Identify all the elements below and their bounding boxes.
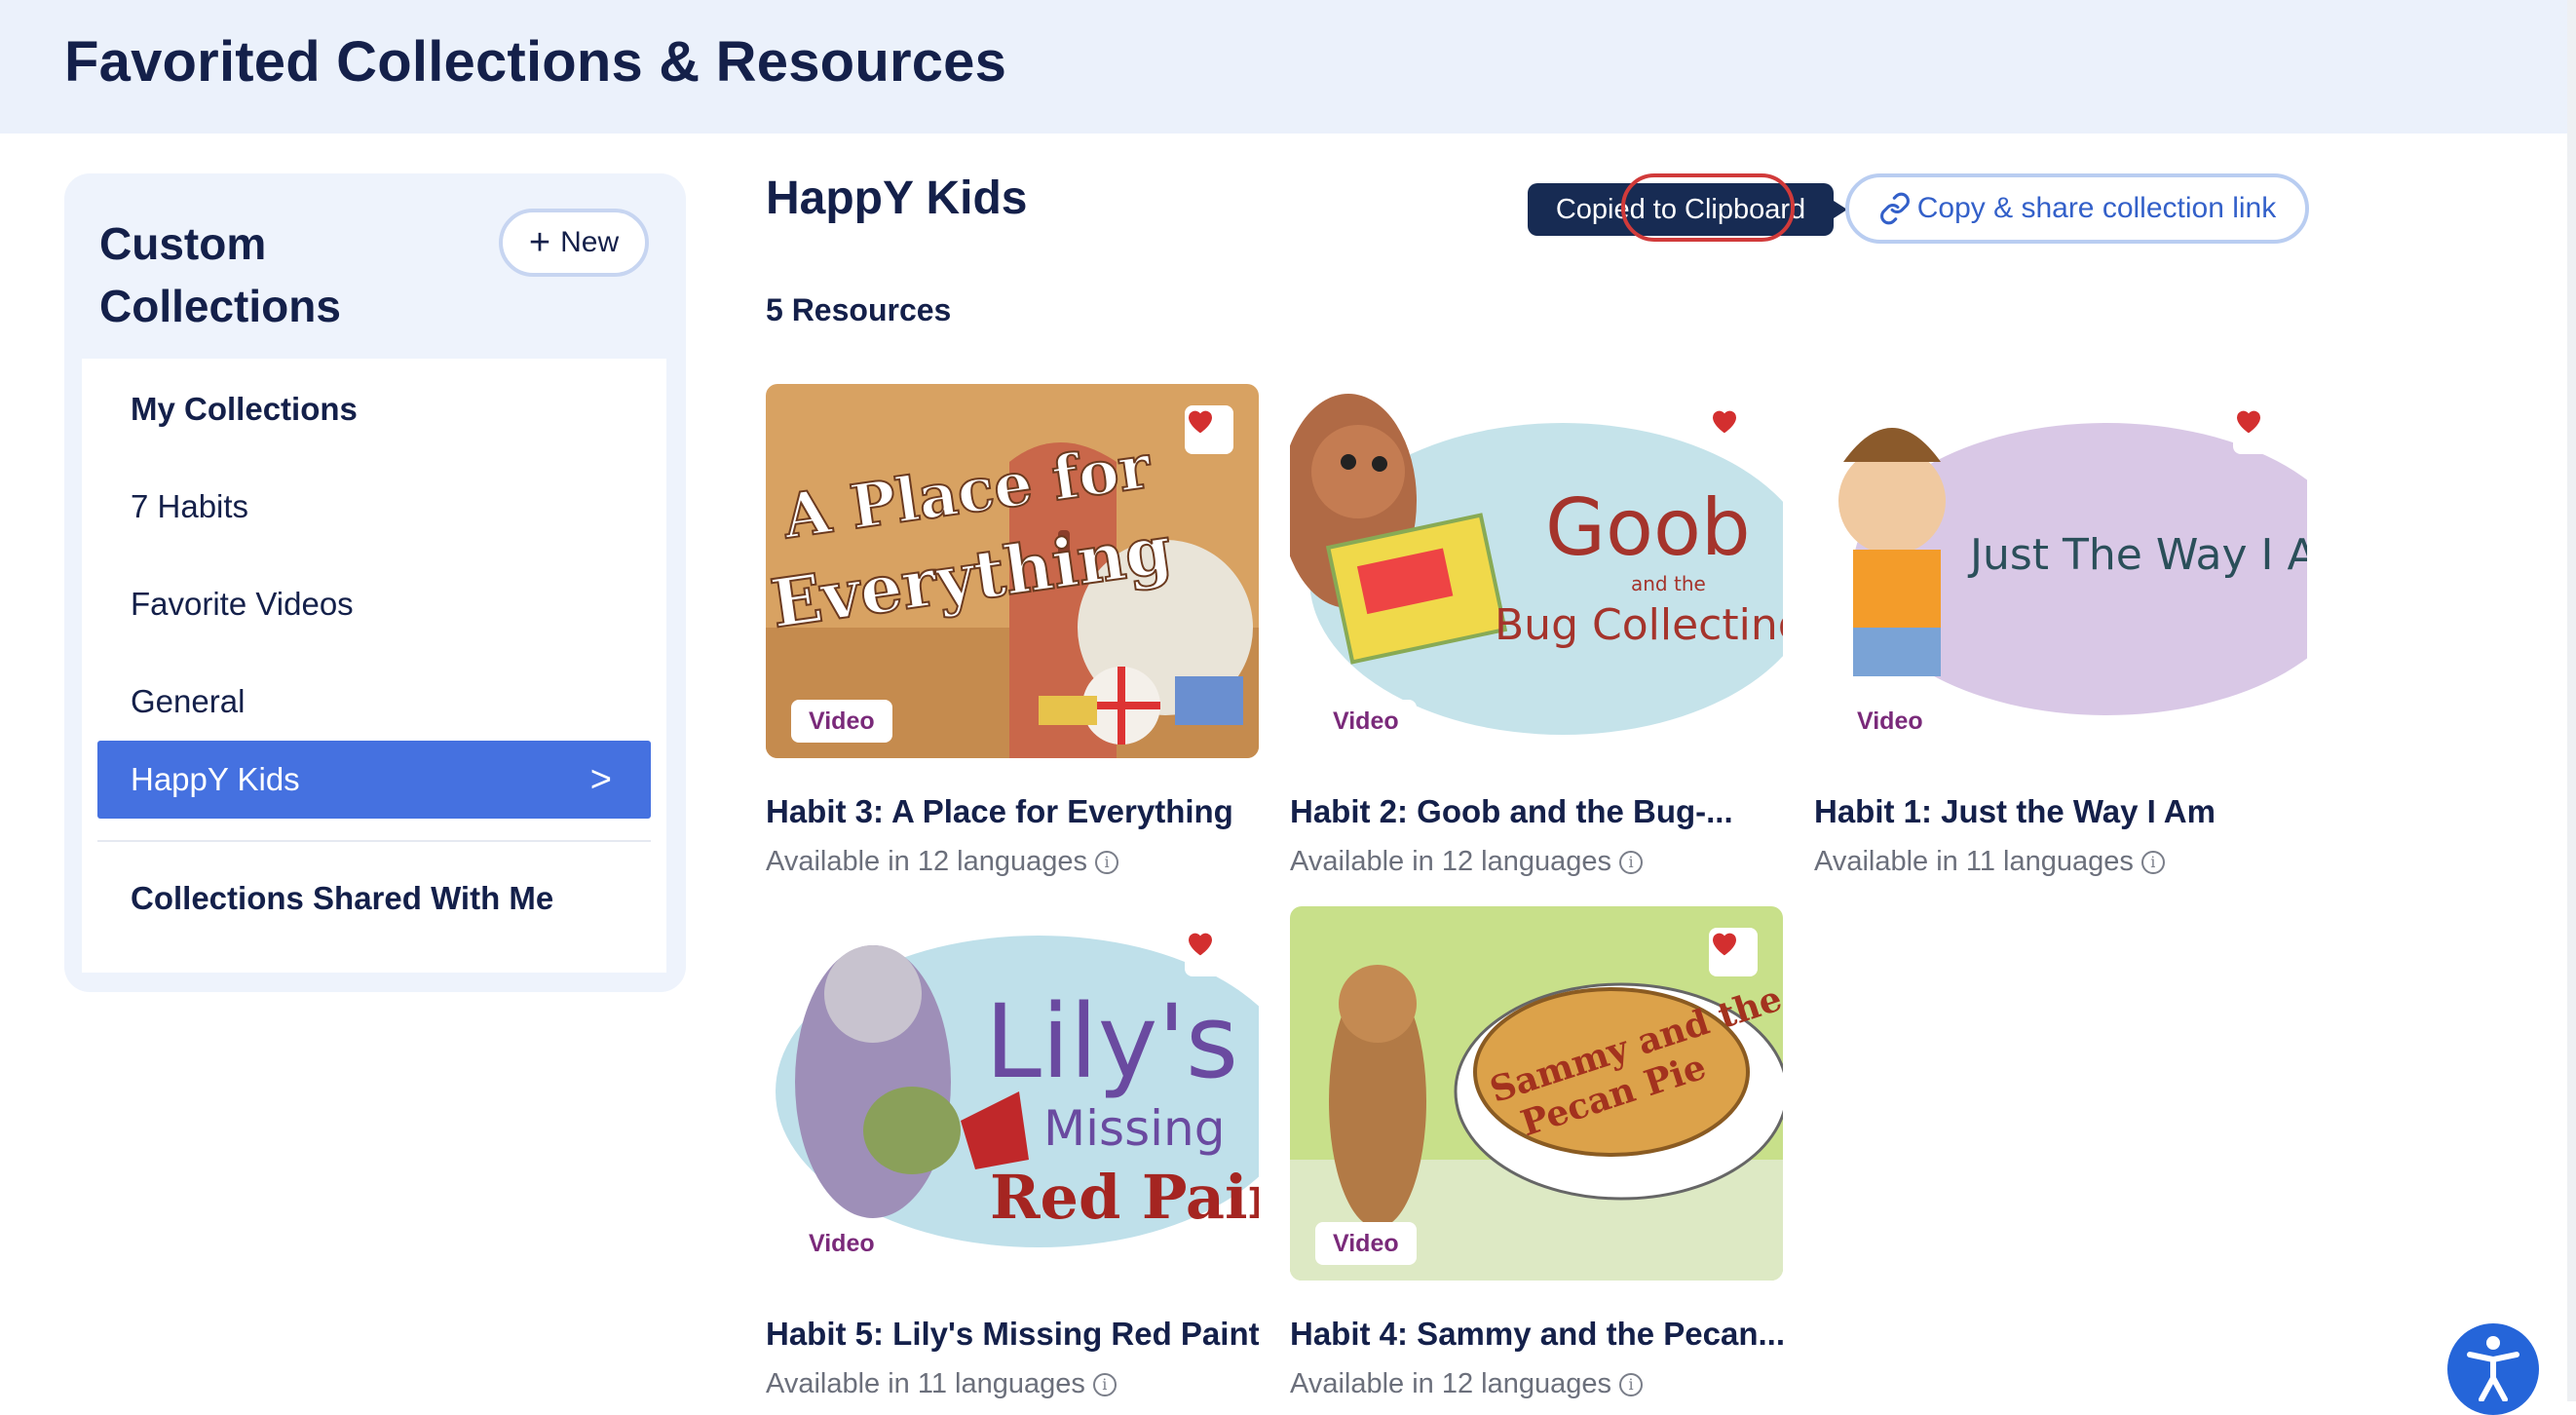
languages-text: Available in 11 languages	[766, 1368, 1085, 1399]
sidebar-item-label: Favorite Videos	[131, 586, 354, 622]
languages-text: Available in 12 languages	[1290, 846, 1612, 877]
page-title: Favorited Collections & Resources	[64, 30, 1007, 94]
sidebar-item-label: 7 Habits	[131, 488, 249, 524]
collection-title: HappY Kids	[766, 172, 1028, 224]
chevron-right-icon: >	[589, 758, 612, 800]
accessibility-person-icon	[2467, 1336, 2519, 1401]
page-header: Favorited Collections & Resources	[0, 0, 2576, 134]
heart-icon	[1713, 933, 1736, 956]
sidebar-item-label: Collections Shared With Me	[131, 880, 554, 916]
heart-icon	[2237, 410, 2260, 434]
thumbnail-title-text: Missing	[1043, 1100, 1225, 1157]
card-languages: Available in 12 languages i	[1290, 1368, 1644, 1400]
info-icon[interactable]: i	[2140, 850, 2165, 874]
sidebar-title: Custom Collections	[99, 218, 341, 331]
list-divider	[97, 840, 651, 842]
video-thumbnail[interactable]: Goob and the Bug Collecting Video	[1290, 384, 1783, 758]
sidebar-item-my-collections[interactable]: My Collections	[97, 370, 651, 448]
resource-card[interactable]: Just The Way I A Video Habit 1: Just the…	[1814, 384, 2307, 877]
video-thumbnail[interactable]: Just The Way I A Video	[1814, 384, 2307, 758]
plus-icon: +	[528, 222, 551, 263]
custom-collections-sidebar: Custom Collections + New My Collections …	[64, 173, 686, 992]
heart-icon	[1189, 933, 1212, 956]
heart-icon	[1713, 410, 1736, 434]
resources-count: 5 Resources	[766, 292, 952, 327]
resource-card[interactable]: A Place for Everything Video Habit 3: A …	[766, 384, 1259, 877]
video-thumbnail[interactable]: A Place for Everything Video	[766, 384, 1259, 758]
info-icon[interactable]: i	[1095, 850, 1119, 874]
heart-icon	[1189, 410, 1212, 434]
video-badge: Video	[1315, 1222, 1417, 1265]
sidebar-item-favorite-videos[interactable]: Favorite Videos	[97, 565, 651, 643]
card-title[interactable]: Habit 2: Goob and the Bug-...	[1290, 793, 1783, 830]
video-badge: Video	[1839, 700, 1941, 743]
new-collection-button[interactable]: + New	[499, 209, 649, 277]
card-languages: Available in 12 languages i	[766, 846, 1119, 878]
page-scrollbar[interactable]	[2567, 0, 2576, 1401]
video-thumbnail[interactable]: Sammy and the Pecan Pie Video	[1290, 906, 1783, 1281]
info-icon[interactable]: i	[1619, 1372, 1644, 1396]
thumbnail-title-text: Bug Collecting	[1495, 600, 1783, 650]
sidebar-item-label: My Collections	[131, 391, 358, 427]
link-icon	[1879, 192, 1910, 225]
sidebar-item-general[interactable]: General	[97, 663, 651, 741]
card-languages: Available in 12 languages i	[1290, 846, 1644, 878]
focus-ring	[1621, 173, 1795, 242]
resource-card[interactable]: Lily's Missing Red Pain Video Habit 5: L…	[766, 906, 1259, 1399]
card-title[interactable]: Habit 5: Lily's Missing Red Paint	[766, 1316, 1259, 1353]
card-title[interactable]: Habit 3: A Place for Everything	[766, 793, 1259, 830]
card-languages: Available in 11 languages i	[766, 1368, 1117, 1400]
resource-card[interactable]: Goob and the Bug Collecting Video Habit …	[1290, 384, 1783, 877]
favorite-heart-button[interactable]	[2233, 405, 2282, 454]
thumbnail-title-text: Goob	[1545, 482, 1751, 573]
languages-text: Available in 11 languages	[1814, 846, 2134, 877]
languages-text: Available in 12 languages	[766, 846, 1088, 877]
sidebar-item-happy-kids[interactable]: HappY Kids >	[97, 741, 651, 819]
sidebar-item-7-habits[interactable]: 7 Habits	[97, 468, 651, 546]
new-button-label: New	[560, 226, 620, 258]
favorite-heart-button[interactable]	[1185, 405, 1233, 454]
info-icon[interactable]: i	[1092, 1372, 1117, 1396]
video-badge: Video	[791, 1222, 892, 1265]
video-thumbnail[interactable]: Lily's Missing Red Pain Video	[766, 906, 1259, 1281]
favorite-heart-button[interactable]	[1709, 928, 1758, 976]
video-badge: Video	[1315, 700, 1417, 743]
thumbnail-title-text: Red Pain	[990, 1162, 1259, 1233]
sidebar-item-collections-shared-with-me[interactable]: Collections Shared With Me	[97, 860, 651, 937]
video-badge: Video	[791, 700, 892, 743]
thumbnail-title-text: Lily's	[985, 982, 1238, 1101]
thumbnail-title-text: Just The Way I A	[1967, 530, 2307, 580]
favorite-heart-button[interactable]	[1709, 405, 1758, 454]
copy-share-link-button[interactable]: Copy & share collection link	[1845, 173, 2309, 244]
favorite-heart-button[interactable]	[1185, 928, 1233, 976]
collections-list: My Collections 7 Habits Favorite Videos …	[82, 359, 666, 973]
share-button-label: Copy & share collection link	[1916, 192, 2277, 224]
sidebar-item-label: HappY Kids	[131, 761, 300, 797]
card-title[interactable]: Habit 1: Just the Way I Am	[1814, 793, 2307, 830]
languages-text: Available in 12 languages	[1290, 1368, 1612, 1399]
card-languages: Available in 11 languages i	[1814, 846, 2165, 878]
resource-card[interactable]: Sammy and the Pecan Pie Video Habit 4: S…	[1290, 906, 1783, 1399]
info-icon[interactable]: i	[1619, 850, 1644, 874]
card-title[interactable]: Habit 4: Sammy and the Pecan...	[1290, 1316, 1783, 1353]
sidebar-item-label: General	[131, 683, 246, 719]
thumbnail-title-text: and the	[1631, 572, 1706, 595]
